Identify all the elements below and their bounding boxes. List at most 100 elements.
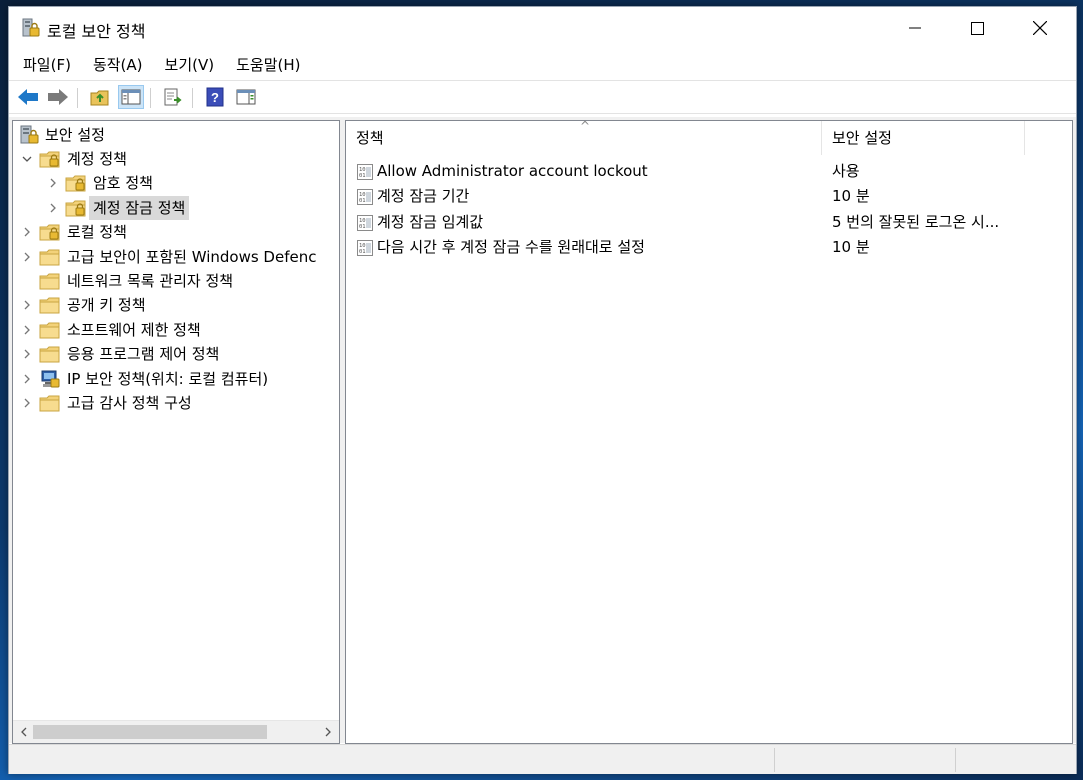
console-tree[interactable]: 보안 설정 계정 정책암호 정책계정 잠금 정책로컬 정책고급 보안이 포함된 … xyxy=(12,120,340,744)
svg-text:01: 01 xyxy=(359,249,366,255)
folder-icon xyxy=(39,249,60,266)
tree-item-label: 소프트웨어 제한 정책 xyxy=(67,320,201,339)
chevron-right-icon[interactable] xyxy=(21,348,33,360)
policy-security-setting: 5 번의 잘못된 로그온 시... xyxy=(832,212,1000,231)
tree-item-label: 암호 정책 xyxy=(93,174,153,193)
policy-security-setting: 10 분 xyxy=(832,237,870,256)
chevron-right-icon[interactable] xyxy=(21,299,33,311)
menu-action[interactable]: 동작(A) xyxy=(85,51,151,79)
scroll-left-button[interactable] xyxy=(17,724,31,740)
tree-item[interactable]: 암호 정책 xyxy=(13,171,339,195)
policy-row[interactable]: 10 01 계정 잠금 임계값 5 번의 잘못된 로그온 시... xyxy=(346,210,1072,235)
chevron-right-icon xyxy=(325,727,331,737)
locked-folder-icon xyxy=(39,151,60,168)
tree-item[interactable]: 고급 보안이 포함된 Windows Defenc xyxy=(13,245,339,269)
folder-icon xyxy=(39,395,60,412)
chevron-right-icon[interactable] xyxy=(21,397,33,409)
help-icon: ? xyxy=(206,87,224,107)
scroll-right-button[interactable] xyxy=(321,724,335,740)
maximize-icon xyxy=(970,21,984,35)
sort-ascending-icon: ^ xyxy=(580,120,591,133)
locked-folder-icon xyxy=(65,200,86,217)
tree-item[interactable]: 소프트웨어 제한 정책 xyxy=(13,318,339,342)
menu-help[interactable]: 도움말(H) xyxy=(228,51,308,79)
tree-item-label: 계정 정책 xyxy=(67,150,127,168)
up-one-level-button[interactable] xyxy=(87,85,113,109)
tree-item-label: IP 보안 정책(위치: 로컬 컴퓨터) xyxy=(67,369,269,388)
menu-view[interactable]: 보기(V) xyxy=(157,51,223,79)
policy-setting-icon: 1001 xyxy=(357,189,373,206)
tree-item[interactable]: 공개 키 정책 xyxy=(13,293,339,317)
locked-folder-icon xyxy=(39,224,60,241)
content-area: 보안 설정 계정 정책암호 정책계정 잠금 정책로컬 정책고급 보안이 포함된 … xyxy=(9,117,1076,744)
show-hide-console-tree-button[interactable] xyxy=(118,85,144,109)
export-list-icon xyxy=(164,88,182,106)
policy-security-setting: 10 분 xyxy=(832,187,870,206)
forward-button[interactable] xyxy=(45,85,71,109)
policy-setting-icon: 1001 xyxy=(357,239,373,256)
toolbar-separator xyxy=(192,88,193,108)
folder-icon xyxy=(39,273,60,290)
locked-folder-icon xyxy=(65,175,86,192)
policy-security-setting: 사용 xyxy=(832,162,860,180)
column-header-security-setting[interactable]: 보안 설정 xyxy=(822,121,1025,155)
tree-item[interactable]: 로컬 정책 xyxy=(13,220,339,244)
policy-row[interactable]: 10 01 다음 시간 후 계정 잠금 수를 원래대로 설정 10 분 xyxy=(346,235,1072,260)
window-title: 로컬 보안 정책 xyxy=(47,22,146,41)
chevron-right-icon[interactable] xyxy=(47,177,59,189)
tree-item-label: 로컬 정책 xyxy=(67,223,127,242)
tree-item[interactable]: 네트워크 목록 관리자 정책 xyxy=(13,269,339,293)
policy-row[interactable]: 10 01 Allow Administrator account lockout 사… xyxy=(346,159,1072,184)
local-security-policy-window: 로컬 보안 정책 파일(F) 동작(A) 보기(V) 도움말(H) ? 보안 설… xyxy=(8,6,1077,774)
show-hide-action-pane-button[interactable] xyxy=(233,85,259,109)
tree-item-label: 공개 키 정책 xyxy=(67,296,146,315)
policy-row[interactable]: 10 01 계정 잠금 기간 10 분 xyxy=(346,184,1072,209)
tree-item-label: 네트워크 목록 관리자 정책 xyxy=(67,272,234,290)
tree-item[interactable]: IP 보안 정책(위치: 로컬 컴퓨터) xyxy=(13,367,339,391)
security-policy-app-icon xyxy=(22,18,40,37)
tree-item-label: 고급 보안이 포함된 Windows Defenc xyxy=(67,247,317,266)
title-bar[interactable]: 로컬 보안 정책 xyxy=(9,7,1076,49)
export-list-button[interactable] xyxy=(160,85,186,109)
svg-text:01: 01 xyxy=(359,198,366,204)
status-separator xyxy=(774,748,775,772)
svg-text:01: 01 xyxy=(359,173,366,179)
minimize-icon xyxy=(909,27,921,29)
tree-item-label: 계정 잠금 정책 xyxy=(89,195,190,220)
column-header-policy[interactable]: ^ 정책 xyxy=(346,121,822,155)
close-button[interactable] xyxy=(1009,7,1071,49)
tree-item-label: 고급 감사 정책 구성 xyxy=(67,394,192,412)
toolbar-separator xyxy=(150,88,151,108)
folder-icon xyxy=(39,297,60,314)
status-separator xyxy=(955,748,956,772)
menu-file[interactable]: 파일(F) xyxy=(15,51,79,79)
policy-name: 계정 잠금 임계값 xyxy=(377,212,484,231)
toolbar-separator xyxy=(77,88,78,108)
tree-item[interactable]: 고급 감사 정책 구성 xyxy=(13,391,339,415)
column-header-policy-label: 정책 xyxy=(356,129,384,147)
policy-name: Allow Administrator account lockout xyxy=(377,162,648,180)
tree-item[interactable]: 계정 정책 xyxy=(13,147,339,171)
help-button[interactable]: ? xyxy=(202,85,228,109)
chevron-right-icon[interactable] xyxy=(47,202,59,214)
chevron-down-icon[interactable] xyxy=(21,153,33,165)
scroll-thumb[interactable] xyxy=(33,725,267,739)
folder-icon xyxy=(39,322,60,339)
chevron-right-icon[interactable] xyxy=(21,251,33,263)
menu-bar: 파일(F) 동작(A) 보기(V) 도움말(H) xyxy=(9,51,1076,79)
policy-name: 다음 시간 후 계정 잠금 수를 원래대로 설정 xyxy=(377,237,645,256)
chevron-right-icon[interactable] xyxy=(21,324,33,336)
chevron-right-icon[interactable] xyxy=(21,226,33,238)
close-icon xyxy=(1033,21,1047,35)
policy-setting-icon: 1001 xyxy=(357,214,373,231)
minimize-button[interactable] xyxy=(884,7,946,49)
tree-item[interactable]: 응용 프로그램 제어 정책 xyxy=(13,342,339,366)
back-button[interactable] xyxy=(15,85,41,109)
tree-horizontal-scrollbar[interactable] xyxy=(13,720,339,743)
maximize-button[interactable] xyxy=(946,7,1008,49)
security-settings-icon xyxy=(20,125,39,144)
tree-item[interactable]: 계정 잠금 정책 xyxy=(13,195,339,220)
tree-root[interactable]: 보안 설정 xyxy=(13,123,339,147)
details-pane[interactable]: ^ 정책 보안 설정 10 01 Allow Administrator accou… xyxy=(345,120,1073,744)
chevron-right-icon[interactable] xyxy=(21,373,33,385)
